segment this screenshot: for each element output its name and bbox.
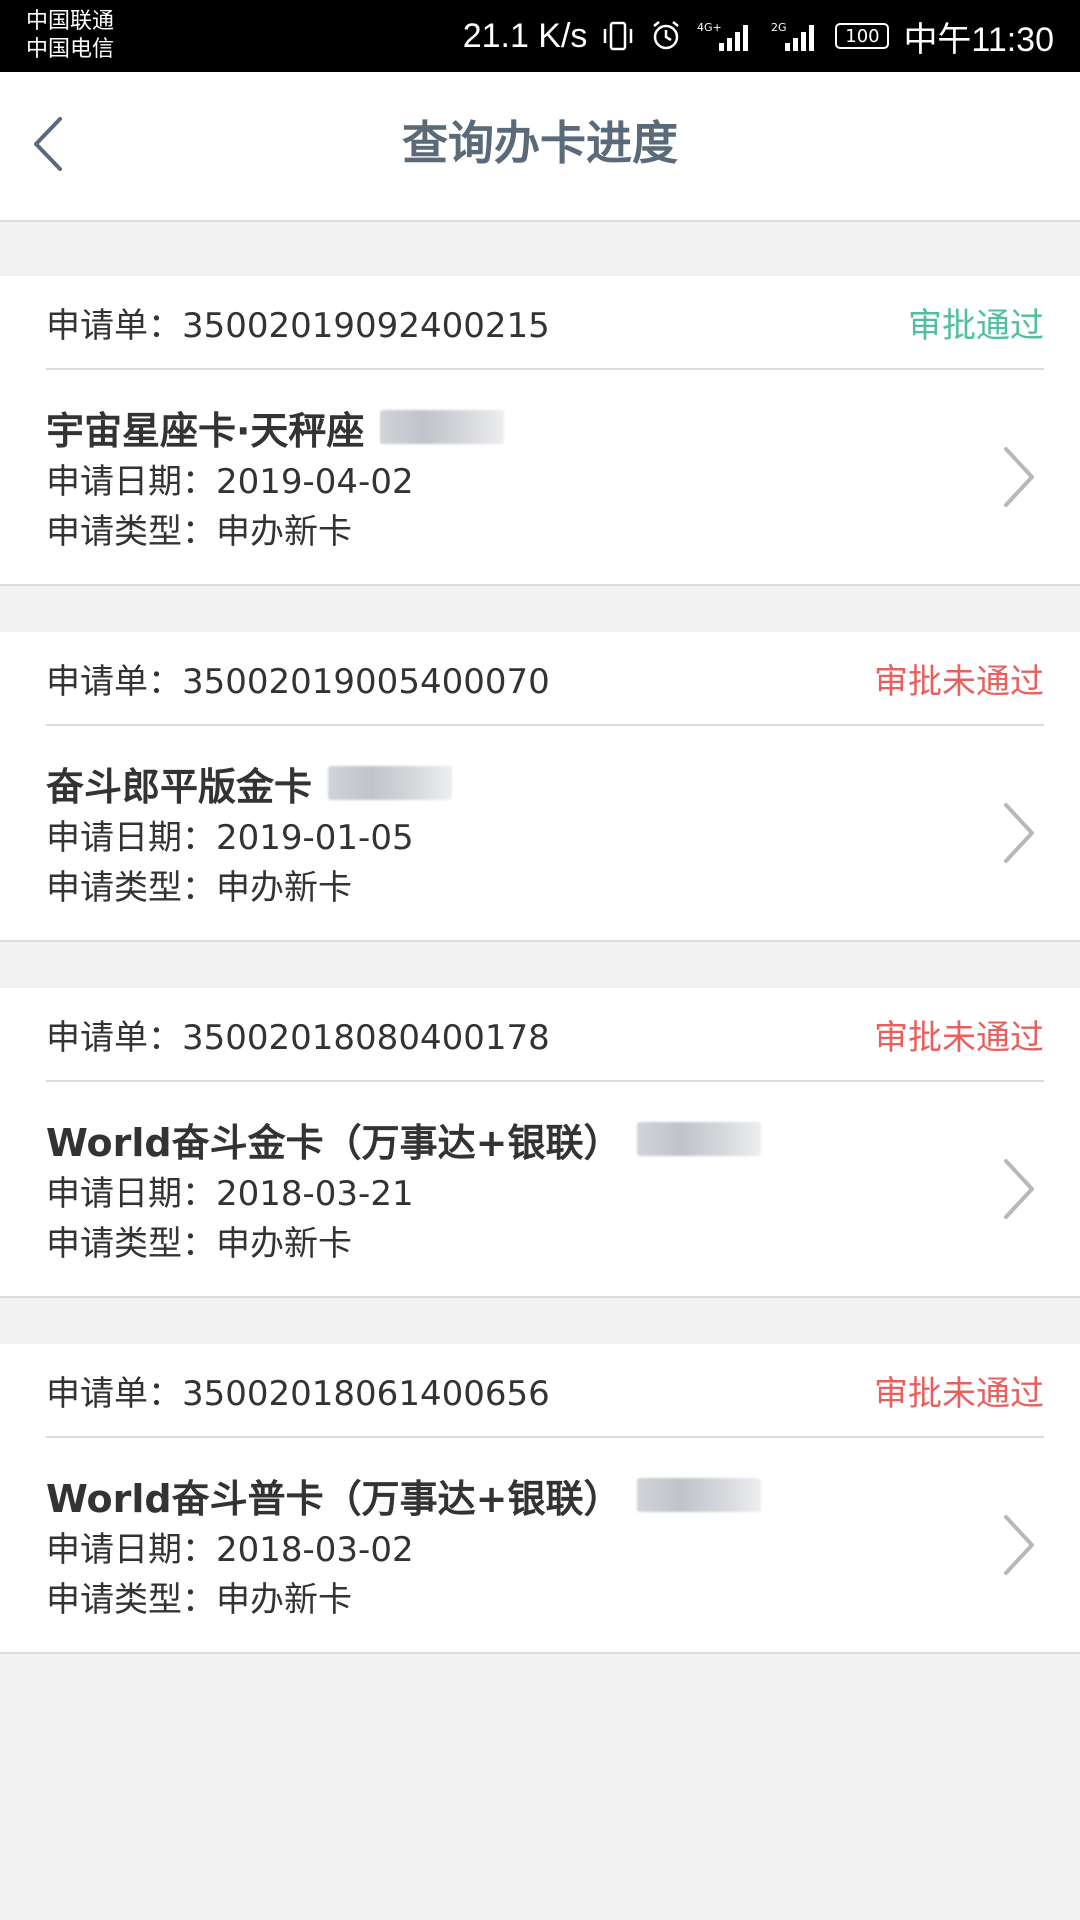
svg-text:4G+: 4G+ [697, 21, 722, 34]
application-card[interactable]: 申请单：35002019092400215 审批通过 宇宙星座卡·天秤座 申请日… [0, 276, 1080, 586]
carrier-name-1: 中国联通 [26, 9, 115, 34]
card-info: 宇宙星座卡·天秤座 申请日期：2019-04-02 申请类型：申办新卡 [46, 397, 505, 557]
svg-text:2G: 2G [771, 21, 787, 34]
card-name: 奋斗郎平版金卡 [46, 764, 313, 809]
chevron-left-icon [34, 117, 62, 171]
card-name: World奋斗普卡（万事达+银联） [46, 1476, 622, 1521]
chevron-right-icon[interactable] [994, 798, 1044, 868]
status-bar: 中国联通 中国电信 21.1 K/s 4G+ 2G 100 中午11:30 [0, 0, 1080, 72]
status-badge: 审批未通过 [874, 1017, 1044, 1058]
order-number: 申请单：35002018080400178 [46, 1017, 550, 1058]
battery-icon: 100 [835, 23, 890, 49]
chevron-right-icon[interactable] [994, 1154, 1044, 1224]
nav-bar: 查询办卡进度 [0, 72, 1080, 222]
status-badge: 审批未通过 [874, 1373, 1044, 1414]
apply-type: 申请类型：申办新卡 [46, 1224, 352, 1264]
status-badge: 审批通过 [908, 305, 1044, 346]
carrier-name-2: 中国电信 [26, 37, 115, 62]
apply-date: 申请日期：2019-01-05 [46, 818, 414, 858]
clock: 中午11:30 [903, 20, 1054, 59]
card-body[interactable]: 奋斗郎平版金卡 申请日期：2019-01-05 申请类型：申办新卡 [46, 726, 1044, 940]
vibrate-icon [601, 19, 635, 53]
card-header: 申请单：35002019005400070 审批未通过 [46, 632, 1044, 726]
order-number: 申请单：35002019092400215 [46, 305, 550, 346]
application-card[interactable]: 申请单：35002018061400656 审批未通过 World奋斗普卡（万事… [0, 1344, 1080, 1654]
network-speed: 21.1 K/s [462, 16, 588, 55]
card-body[interactable]: World奋斗普卡（万事达+银联） 申请日期：2018-03-02 申请类型：申… [46, 1438, 1044, 1652]
card-info: World奋斗金卡（万事达+银联） 申请日期：2018-03-21 申请类型：申… [46, 1109, 762, 1269]
card-info: World奋斗普卡（万事达+银联） 申请日期：2018-03-02 申请类型：申… [46, 1465, 762, 1625]
status-badge: 审批未通过 [874, 661, 1044, 702]
apply-type: 申请类型：申办新卡 [46, 868, 352, 908]
page-title: 查询办卡进度 [402, 116, 678, 170]
card-name-row: World奋斗金卡（万事达+银联） [46, 1109, 762, 1169]
order-number: 申请单：35002018061400656 [46, 1373, 550, 1414]
order-number: 申请单：35002019005400070 [46, 661, 550, 702]
card-name-row: 奋斗郎平版金卡 [46, 753, 453, 813]
redacted-field [380, 410, 505, 444]
alarm-icon [649, 19, 683, 53]
redacted-field [637, 1122, 762, 1156]
application-card[interactable]: 申请单：35002018080400178 审批未通过 World奋斗金卡（万事… [0, 988, 1080, 1298]
card-body[interactable]: World奋斗金卡（万事达+银联） 申请日期：2018-03-21 申请类型：申… [46, 1082, 1044, 1296]
card-header: 申请单：35002019092400215 审批通过 [46, 276, 1044, 370]
redacted-field [328, 766, 453, 800]
card-body[interactable]: 宇宙星座卡·天秤座 申请日期：2019-04-02 申请类型：申办新卡 [46, 370, 1044, 584]
card-name-row: 宇宙星座卡·天秤座 [46, 397, 505, 457]
card-name: World奋斗金卡（万事达+银联） [46, 1120, 622, 1165]
apply-type: 申请类型：申办新卡 [46, 512, 352, 552]
redacted-field [637, 1478, 762, 1512]
signal-4g-icon: 4G+ [697, 19, 757, 53]
application-list: 申请单：35002019092400215 审批通过 宇宙星座卡·天秤座 申请日… [0, 276, 1080, 1700]
card-header: 申请单：35002018080400178 审批未通过 [46, 988, 1044, 1082]
carrier-info: 中国联通 中国电信 [26, 8, 114, 64]
application-card[interactable]: 申请单：35002019005400070 审批未通过 奋斗郎平版金卡 申请日期… [0, 632, 1080, 942]
chevron-right-icon[interactable] [994, 1510, 1044, 1580]
card-header: 申请单：35002018061400656 审批未通过 [46, 1344, 1044, 1438]
apply-date: 申请日期：2019-04-02 [46, 462, 414, 502]
back-button[interactable] [18, 112, 78, 176]
apply-date: 申请日期：2018-03-02 [46, 1530, 414, 1570]
apply-date: 申请日期：2018-03-21 [46, 1174, 414, 1214]
apply-type: 申请类型：申办新卡 [46, 1580, 352, 1620]
card-name: 宇宙星座卡·天秤座 [46, 408, 365, 453]
card-name-row: World奋斗普卡（万事达+银联） [46, 1465, 762, 1525]
card-info: 奋斗郎平版金卡 申请日期：2019-01-05 申请类型：申办新卡 [46, 753, 453, 913]
status-indicators: 21.1 K/s 4G+ 2G 100 中午11:30 [463, 0, 1054, 72]
signal-2g-icon: 2G [771, 19, 821, 53]
chevron-right-icon[interactable] [994, 442, 1044, 512]
